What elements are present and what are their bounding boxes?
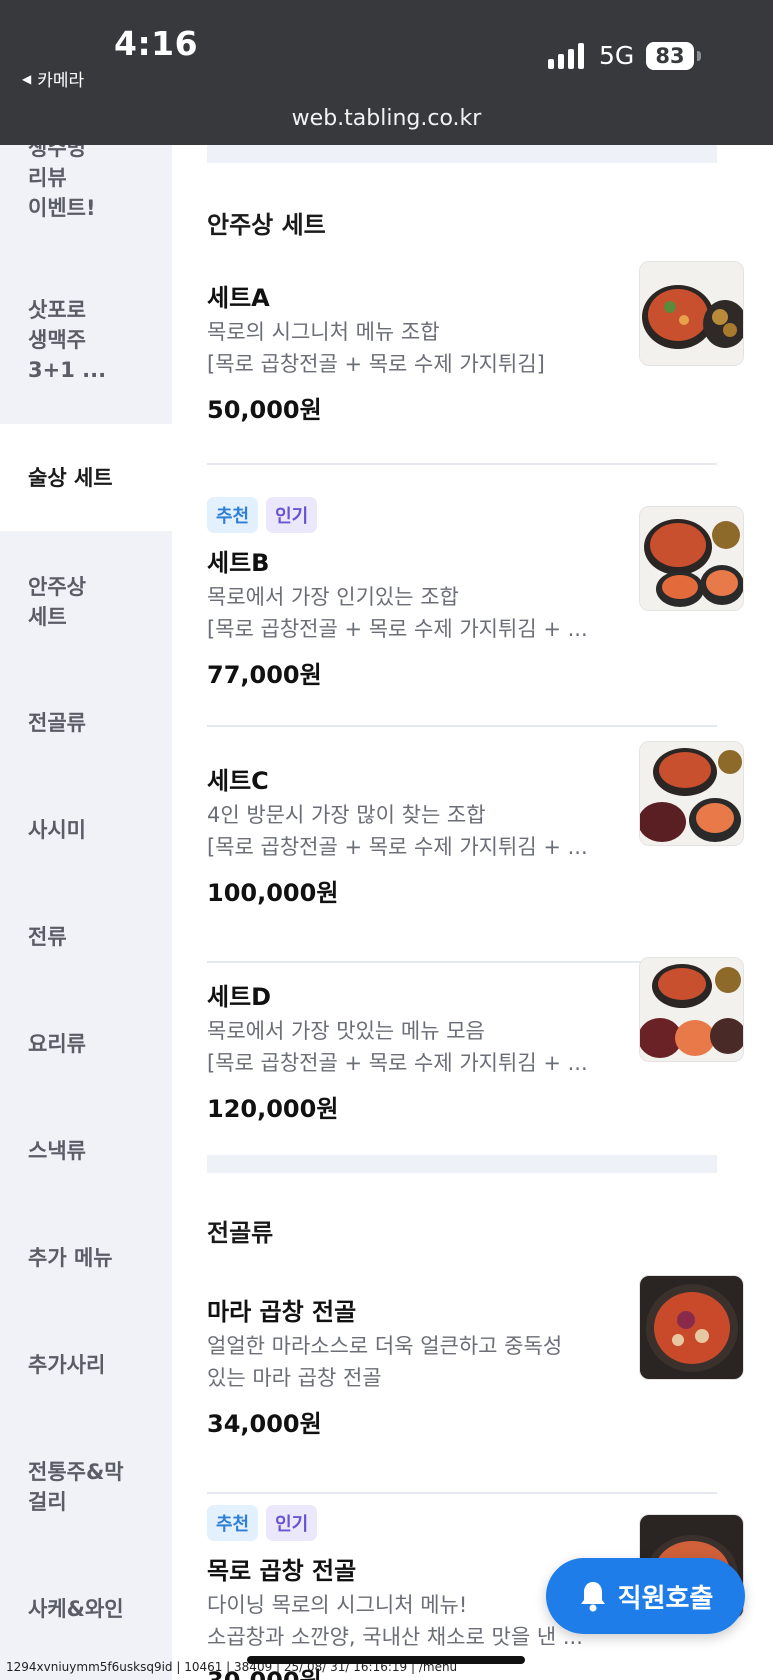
back-triangle-icon: ◀	[22, 71, 32, 86]
item-name: 세트D	[207, 983, 272, 1011]
staff-call-button[interactable]: 직원호출	[546, 1558, 745, 1634]
menu-item-set-d[interactable]: 세트D 목로에서 가장 맛있는 메뉴 모음 [목로 곱창전골 + 목로 수제 가…	[207, 957, 744, 1177]
network-type: 5G	[599, 41, 635, 70]
address-bar[interactable]: web.tabling.co.kr	[0, 106, 773, 131]
sidebar-item-anju-set[interactable]: 안주상 세트	[0, 572, 172, 632]
item-description: 목로에서 가장 맛있는 메뉴 모음 [목로 곱창전골 + 목로 수제 가지튀김 …	[207, 1015, 607, 1079]
desc-line: 얼얼한 마라소스로 더욱 얼큰하고 중독성	[207, 1334, 563, 1358]
status-bar: 4:16 ◀ 카메라 5G 83 web.tabling.co.kr	[0, 0, 773, 145]
item-price: 77,000원	[207, 661, 322, 689]
popular-badge: 인기	[266, 497, 318, 533]
sidebar-item-drink-set[interactable]: 술상 세트	[0, 424, 172, 531]
section-title: 전골류	[207, 1219, 274, 1247]
menu-list: 안주상 세트 세트A 목로의 시그니처 메뉴 조합 [목로 곱창전골 + 목로 …	[172, 145, 773, 1680]
badge-group: 추천 인기	[207, 1505, 318, 1541]
sidebar-item-review-event[interactable]: 생주명 리뷰 이벤트!	[0, 145, 172, 223]
section-title: 안주상 세트	[207, 211, 326, 239]
item-divider	[207, 725, 717, 727]
desc-line: 목로에서 가장 인기있는 조합	[207, 585, 459, 609]
item-divider	[207, 463, 717, 465]
desc-line: 소곱창과 소깐양, 국내산 채소로 맛을 낸 ...	[207, 1625, 583, 1649]
item-description: 얼얼한 마라소스로 더욱 얼큰하고 중독성 있는 마라 곱창 전골	[207, 1330, 607, 1394]
sidebar-item-label: 술상 세트	[28, 465, 113, 490]
desc-line: [목로 곱창전골 + 목로 수제 가지튀김]	[207, 352, 545, 376]
item-price: 50,000원	[207, 396, 322, 424]
sidebar-item-sake-wine[interactable]: 사케&와인	[0, 1594, 172, 1624]
sidebar-item-jeongol[interactable]: 전골류	[0, 708, 172, 738]
item-name: 목로 곱창 전골	[207, 1557, 357, 1585]
menu-item-mala-jeongol[interactable]: 마라 곱창 전골 얼얼한 마라소스로 더욱 얼큰하고 중독성 있는 마라 곱창 …	[207, 1275, 744, 1494]
desc-line: [목로 곱창전골 + 목로 수제 가지튀김 + ...	[207, 835, 588, 859]
desc-line: 있는 마라 곱창 전골	[207, 1366, 382, 1390]
clock: 4:16	[114, 24, 199, 63]
sidebar-item-dishes[interactable]: 요리류	[0, 1029, 172, 1059]
category-sidebar: 생주명 리뷰 이벤트! 삿포로 생맥주 3+1 ... 술상 세트 안주상 세트…	[0, 145, 172, 1680]
recommend-badge: 추천	[207, 497, 259, 533]
item-description: 목로의 시그니처 메뉴 조합 [목로 곱창전골 + 목로 수제 가지튀김]	[207, 316, 607, 380]
sidebar-item-extra-menu[interactable]: 추가 메뉴	[0, 1243, 172, 1273]
sidebar-item-traditional-liquor[interactable]: 전통주&막 걸리	[0, 1457, 172, 1517]
item-name: 세트A	[207, 284, 270, 312]
menu-item-set-c[interactable]: 세트C 4인 방문시 가장 많이 찾는 조합 [목로 곱창전골 + 목로 수제 …	[207, 741, 744, 963]
item-photo	[639, 741, 744, 846]
back-app-label: 카메라	[37, 71, 85, 91]
battery-icon: 83	[646, 42, 694, 70]
battery-tip	[697, 51, 701, 61]
item-description: 4인 방문시 가장 많이 찾는 조합 [목로 곱창전골 + 목로 수제 가지튀김…	[207, 799, 607, 863]
sidebar-item-sapporo[interactable]: 삿포로 생맥주 3+1 ...	[0, 295, 172, 385]
popular-badge: 인기	[266, 1505, 318, 1541]
item-photo	[639, 261, 744, 366]
menu-item-set-a[interactable]: 세트A 목로의 시그니처 메뉴 조합 [목로 곱창전골 + 목로 수제 가지튀김…	[207, 261, 744, 478]
menu-item-set-b[interactable]: 추천 인기 세트B 목로에서 가장 인기있는 조합 [목로 곱창전골 + 목로 …	[207, 497, 744, 737]
desc-line: [목로 곱창전골 + 목로 수제 가지튀김 + ...	[207, 617, 588, 641]
item-description: 목로에서 가장 인기있는 조합 [목로 곱창전골 + 목로 수제 가지튀김 + …	[207, 581, 607, 645]
staff-call-label: 직원호출	[617, 1583, 714, 1614]
sidebar-item-extra-sari[interactable]: 추가사리	[0, 1350, 172, 1380]
item-photo	[639, 957, 744, 1062]
item-name: 마라 곱창 전골	[207, 1298, 357, 1326]
item-name: 세트C	[207, 767, 269, 795]
section-divider-band	[207, 1155, 717, 1173]
item-price: 120,000원	[207, 1095, 339, 1123]
back-to-app-button[interactable]: ◀ 카메라	[22, 66, 84, 91]
bell-icon	[580, 1582, 605, 1612]
home-indicator[interactable]	[247, 1656, 525, 1664]
sidebar-item-snacks[interactable]: 스낵류	[0, 1136, 172, 1166]
desc-line: [목로 곱창전골 + 목로 수제 가지튀김 + ...	[207, 1051, 588, 1075]
item-price: 34,000원	[207, 1410, 322, 1438]
item-price: 100,000원	[207, 879, 339, 907]
desc-line: 4인 방문시 가장 많이 찾는 조합	[207, 803, 486, 827]
badge-group: 추천 인기	[207, 497, 318, 533]
recommend-badge: 추천	[207, 1505, 259, 1541]
sidebar-item-sashimi[interactable]: 사시미	[0, 815, 172, 845]
sidebar-item-jeon[interactable]: 전류	[0, 922, 172, 952]
item-name: 세트B	[207, 549, 270, 577]
item-divider	[207, 1492, 717, 1494]
item-photo	[639, 506, 744, 611]
desc-line: 목로에서 가장 맛있는 메뉴 모음	[207, 1019, 485, 1043]
section-divider-band	[207, 145, 717, 163]
item-photo	[639, 1275, 744, 1380]
signal-bars-icon	[548, 43, 584, 69]
desc-line: 목로의 시그니처 메뉴 조합	[207, 320, 440, 344]
